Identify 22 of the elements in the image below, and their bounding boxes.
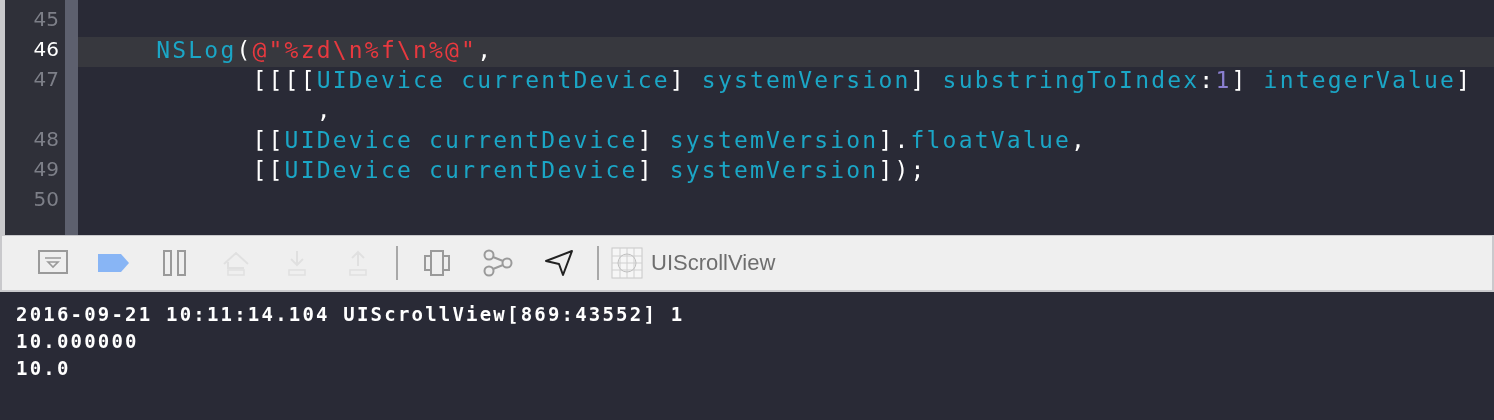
line-number: 46 xyxy=(32,37,60,63)
breadcrumb-item[interactable]: UIScrollView xyxy=(651,250,776,276)
code-line: [[UIDevice currentDevice] systemVersion].floatValue, xyxy=(252,127,1088,153)
line-number: 47 xyxy=(32,67,60,93)
code-line: [[[[UIDevice currentDevice] systemVersion] substringToIndex:1] integerValue] xyxy=(252,67,1473,93)
pause-icon xyxy=(162,250,187,276)
breakpoint-icon xyxy=(98,254,129,272)
line-number: 50 xyxy=(32,187,60,213)
console-line: 2016-09-21 10:11:14.104 UIScrollView[869:43552] 1 xyxy=(16,302,686,327)
line-number: 49 xyxy=(32,157,60,183)
code-line: , xyxy=(316,97,333,123)
graph-nodes-icon xyxy=(482,249,513,277)
console-line: 10.0 xyxy=(16,356,72,381)
code-line: [[UIDevice currentDevice] systemVersion]); xyxy=(252,157,927,183)
hide-panel-icon xyxy=(37,250,68,276)
view-grid-icon xyxy=(611,247,643,279)
console-line: 10.000000 xyxy=(16,329,140,354)
view-layers-icon xyxy=(423,250,450,276)
code-line: NSLog(@"%zd\n%f\n%@", xyxy=(156,37,494,63)
line-number: 48 xyxy=(32,127,60,153)
line-number: 45 xyxy=(32,7,60,33)
location-arrow-icon xyxy=(543,249,574,277)
